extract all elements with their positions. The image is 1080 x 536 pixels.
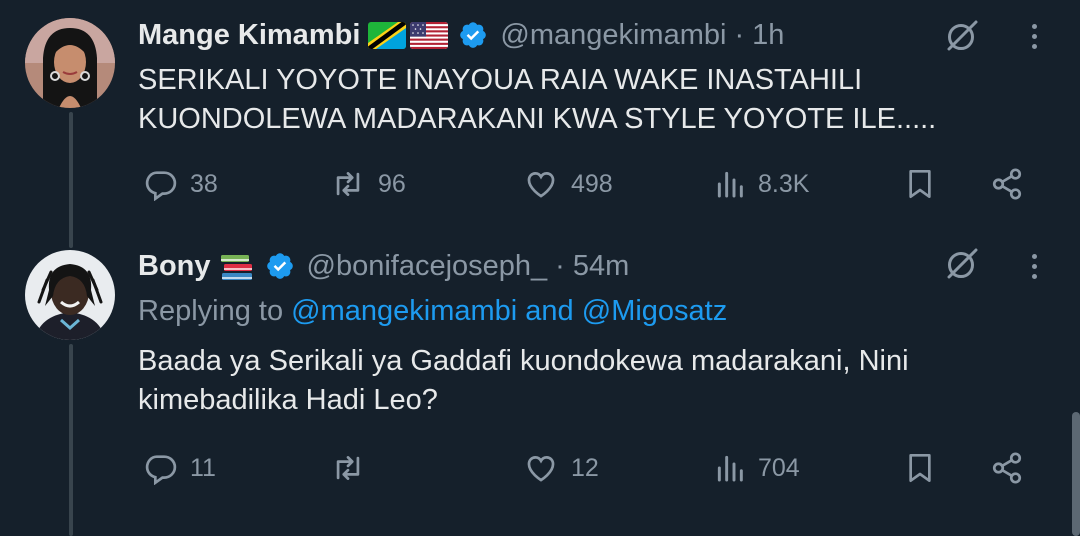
timestamp[interactable]: 1h xyxy=(752,19,784,52)
repost-button[interactable]: 96 xyxy=(330,164,406,204)
tanzania-flag-icon xyxy=(368,21,407,49)
views-button[interactable]: 704 xyxy=(714,448,800,488)
replying-to: Replying to @mangekimambi and @Migosatz xyxy=(138,292,727,331)
reply-button[interactable]: 38 xyxy=(144,164,218,204)
view-count: 8.3K xyxy=(758,169,810,198)
views-button[interactable]: 8.3K xyxy=(714,164,809,204)
like-button[interactable]: 498 xyxy=(523,164,613,204)
verified-badge-icon[interactable] xyxy=(265,251,295,281)
share-button[interactable] xyxy=(990,448,1024,488)
display-name[interactable]: Mange Kimambi xyxy=(138,19,360,52)
display-name[interactable]: Bony xyxy=(138,250,211,283)
share-icon xyxy=(992,452,1022,484)
heart-icon xyxy=(527,172,555,198)
bookmark-icon xyxy=(909,170,931,198)
avatar-bony[interactable] xyxy=(25,250,115,340)
thread-line-bottom xyxy=(69,344,73,536)
view-count: 704 xyxy=(758,453,800,482)
bookmark-icon xyxy=(909,454,931,482)
mention-link[interactable]: @mangekimambi xyxy=(291,295,517,327)
bookmark-button[interactable] xyxy=(904,448,936,488)
views-icon xyxy=(717,171,743,198)
repost-button[interactable] xyxy=(330,448,378,488)
like-count: 498 xyxy=(571,169,613,198)
grok-icon[interactable] xyxy=(944,246,980,282)
avatar-mange-kimambi[interactable] xyxy=(25,18,115,108)
mention-link[interactable]: @Migosatz xyxy=(582,295,727,327)
repost-count: 96 xyxy=(378,169,406,198)
us-flag-icon xyxy=(410,21,449,49)
timestamp[interactable]: 54m xyxy=(573,250,629,283)
verified-badge-icon[interactable] xyxy=(458,20,488,50)
grok-icon[interactable] xyxy=(944,18,980,54)
views-icon xyxy=(717,455,743,482)
like-count: 12 xyxy=(571,453,599,482)
separator-dot: · xyxy=(734,18,745,51)
handle[interactable]: @mangekimambi xyxy=(500,19,726,52)
replying-and-label[interactable]: and xyxy=(525,295,573,327)
tweet2-header: Bony @bonifacejoseph_ · 54m xyxy=(138,246,629,286)
tweet2-text: Baada ya Serikali ya Gaddafi kuondokewa … xyxy=(138,345,909,416)
repost-icon xyxy=(336,172,360,196)
more-options-icon[interactable] xyxy=(1024,248,1044,284)
thread-line-top xyxy=(69,112,73,248)
handle[interactable]: @bonifacejoseph_ xyxy=(307,250,548,283)
tweet1-text: SERIKALI YOYOTE INAYOUA RAIA WAKE INASTA… xyxy=(138,64,937,135)
share-button[interactable] xyxy=(990,164,1024,204)
repost-icon xyxy=(336,456,360,480)
share-icon xyxy=(992,168,1022,200)
replying-to-label: Replying to xyxy=(138,295,284,327)
scrollbar[interactable] xyxy=(1072,412,1080,536)
books-emoji-icon xyxy=(219,250,255,282)
like-button[interactable]: 12 xyxy=(523,448,599,488)
tweet1-header: Mange Kimambi @mangekimambi · 1h xyxy=(138,15,784,55)
more-options-icon[interactable] xyxy=(1024,18,1044,54)
heart-icon xyxy=(527,456,555,482)
separator-dot: · xyxy=(555,249,565,282)
reply-icon xyxy=(145,455,177,485)
reply-icon xyxy=(145,171,177,201)
reply-count: 11 xyxy=(190,453,216,482)
reply-button[interactable]: 11 xyxy=(144,448,216,488)
reply-count: 38 xyxy=(190,169,218,198)
bookmark-button[interactable] xyxy=(904,164,936,204)
